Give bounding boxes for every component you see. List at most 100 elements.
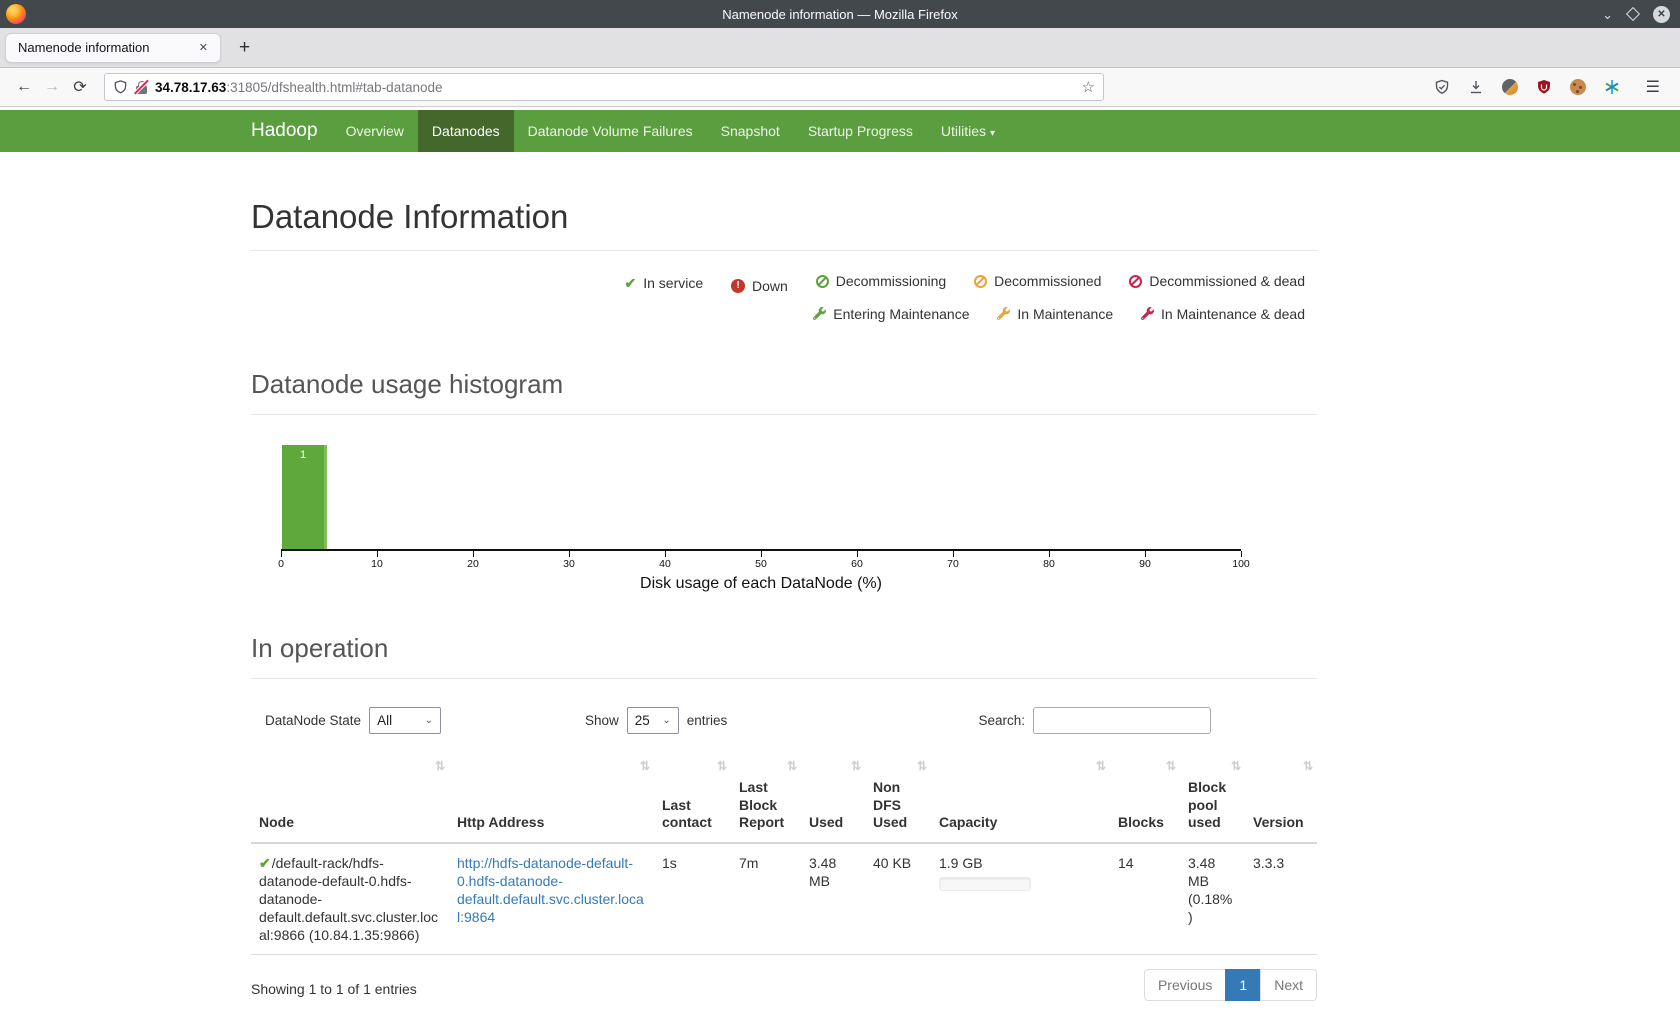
legend-down: ! Down (731, 272, 788, 300)
hadoop-brand[interactable]: Hadoop (251, 120, 332, 142)
url-text[interactable]: 34.78.17.63:31805/dfshealth.html#tab-dat… (155, 80, 1075, 95)
legend-entering-maintenance: Entering Maintenance (813, 300, 969, 328)
sort-icon[interactable]: ⇅ (1231, 759, 1241, 774)
column-header-non-dfs-used[interactable]: ⇅Non DFS Used (865, 753, 931, 843)
asterisk-extension-icon[interactable] (1604, 79, 1621, 96)
tab-close-icon[interactable]: ✕ (195, 39, 212, 56)
cell-non-dfs-used: 40 KB (865, 843, 931, 955)
cell-last-block-report: 7m (731, 843, 801, 955)
divider (251, 250, 1317, 251)
tab-strip: Namenode information ✕ + (0, 28, 1680, 68)
column-header-version[interactable]: ⇅Version (1245, 753, 1317, 843)
x-tick: 40 (659, 558, 671, 570)
histogram-plot-area: 1 0 10 20 30 40 50 60 70 80 90 100 (281, 445, 1241, 551)
column-header-block-pool-used[interactable]: ⇅Block pool used (1180, 753, 1245, 843)
bookmark-star-icon[interactable]: ☆ (1082, 78, 1095, 96)
histogram-heading: Datanode usage histogram (251, 369, 1317, 400)
window-maximize-icon[interactable] (1626, 7, 1640, 21)
page-title: Datanode Information (251, 198, 1317, 236)
reload-button[interactable]: ⟳ (66, 77, 94, 97)
tab-title: Namenode information (18, 40, 195, 55)
sort-icon[interactable]: ⇅ (851, 759, 861, 774)
x-tick: 70 (947, 558, 959, 570)
sort-icon[interactable]: ⇅ (640, 759, 650, 774)
browser-toolbar: ← → ⟳ 34.78.17.63:31805/dfshealth.html#t… (0, 68, 1680, 107)
nav-item-utilities[interactable]: Utilities▾ (927, 110, 1009, 152)
menu-icon[interactable]: ☰ (1640, 77, 1666, 97)
x-tick: 90 (1139, 558, 1151, 570)
browser-tab[interactable]: Namenode information ✕ (5, 33, 221, 63)
nav-item-snapshot[interactable]: Snapshot (707, 110, 794, 152)
previous-page-button[interactable]: Previous (1144, 969, 1226, 1001)
divider (251, 678, 1317, 679)
legend-in-maintenance-dead: In Maintenance & dead (1141, 300, 1305, 328)
datanode-usage-histogram: 1 0 10 20 30 40 50 60 70 80 90 100 Disk … (251, 445, 1317, 593)
sort-icon[interactable]: ⇅ (1096, 759, 1106, 774)
column-header-blocks[interactable]: ⇅Blocks (1110, 753, 1180, 843)
chevron-down-icon: ⌄ (662, 715, 670, 726)
nav-item-overview[interactable]: Overview (332, 110, 418, 152)
ublock-origin-icon[interactable] (1536, 79, 1553, 96)
sort-icon[interactable]: ⇅ (717, 759, 727, 774)
window-title: Namenode information — Mozilla Firefox (0, 7, 1680, 22)
wrench-icon (1141, 307, 1154, 320)
nav-item-datanodes[interactable]: Datanodes (418, 110, 514, 152)
histogram-bar: 1 (282, 445, 327, 549)
cell-capacity: 1.9 GB (931, 843, 1110, 955)
show-label: Show (585, 713, 619, 728)
x-tick: 80 (1043, 558, 1055, 570)
cell-used: 3.48 MB (801, 843, 865, 955)
back-button[interactable]: ← (10, 78, 38, 96)
pagination: Previous 1 Next (1145, 969, 1317, 1001)
search-label: Search: (978, 713, 1025, 728)
url-path: :31805/dfshealth.html#tab-datanode (226, 80, 442, 95)
next-page-button[interactable]: Next (1260, 969, 1317, 1001)
datanode-state-select[interactable]: All ⌄ (369, 707, 441, 734)
exclamation-circle-icon: ! (731, 279, 745, 293)
table-controls: DataNode State All ⌄ Show 25 ⌄ entries S… (251, 697, 1317, 747)
page-length-select[interactable]: 25 ⌄ (627, 707, 679, 734)
page-1-button[interactable]: 1 (1225, 969, 1261, 1001)
histogram-x-axis-label: Disk usage of each DataNode (%) (281, 575, 1241, 593)
datanode-http-link[interactable]: http://hdfs-datanode-default-0.hdfs-data… (457, 855, 644, 926)
nav-item-startup-progress[interactable]: Startup Progress (794, 110, 927, 152)
entries-summary: Showing 1 to 1 of 1 entries (251, 981, 417, 997)
url-bar[interactable]: 34.78.17.63:31805/dfshealth.html#tab-dat… (104, 73, 1104, 101)
column-header-http-address[interactable]: ⇅Http Address (449, 753, 654, 843)
sort-icon[interactable]: ⇅ (1303, 759, 1313, 774)
table-footer: Showing 1 to 1 of 1 entries Previous 1 N… (251, 969, 1317, 1012)
x-tick: 10 (371, 558, 383, 570)
chevron-down-icon: ⌄ (425, 715, 433, 726)
container-extension-icon[interactable] (1502, 79, 1519, 96)
wrench-icon (997, 307, 1010, 320)
window-minimize-icon[interactable]: ⌄ (1602, 8, 1613, 21)
window-close-icon[interactable]: ✕ (1653, 6, 1670, 23)
check-icon: ✔ (259, 855, 271, 871)
column-header-last-block-report[interactable]: ⇅Last Block Report (731, 753, 801, 843)
x-tick: 100 (1232, 558, 1250, 570)
sort-icon[interactable]: ⇅ (787, 759, 797, 774)
tracking-protection-shield-icon[interactable] (113, 79, 128, 95)
x-tick: 0 (278, 558, 284, 570)
search-input[interactable] (1033, 707, 1211, 734)
cell-http-address: http://hdfs-datanode-default-0.hdfs-data… (449, 843, 654, 955)
sort-icon[interactable]: ⇅ (917, 759, 927, 774)
cookie-extension-icon[interactable] (1570, 79, 1587, 96)
x-tick: 30 (563, 558, 575, 570)
insecure-lock-icon[interactable] (135, 80, 148, 95)
column-header-used[interactable]: ⇅Used (801, 753, 865, 843)
protection-badge-icon[interactable] (1434, 79, 1451, 96)
ban-icon (974, 275, 987, 288)
sort-icon[interactable]: ⇅ (435, 759, 445, 774)
column-header-last-contact[interactable]: ⇅Last contact (654, 753, 731, 843)
sort-icon[interactable]: ⇅ (1166, 759, 1176, 774)
ban-icon (1129, 275, 1142, 288)
entries-label: entries (687, 713, 728, 728)
column-header-node[interactable]: ⇅Node (251, 753, 449, 843)
column-header-capacity[interactable]: ⇅Capacity (931, 753, 1110, 843)
nav-item-datanode-volume-failures[interactable]: Datanode Volume Failures (514, 110, 707, 152)
forward-button[interactable]: → (38, 78, 66, 96)
datanode-state-label: DataNode State (265, 713, 361, 728)
downloads-icon[interactable] (1468, 79, 1485, 96)
new-tab-button[interactable]: + (231, 37, 258, 59)
